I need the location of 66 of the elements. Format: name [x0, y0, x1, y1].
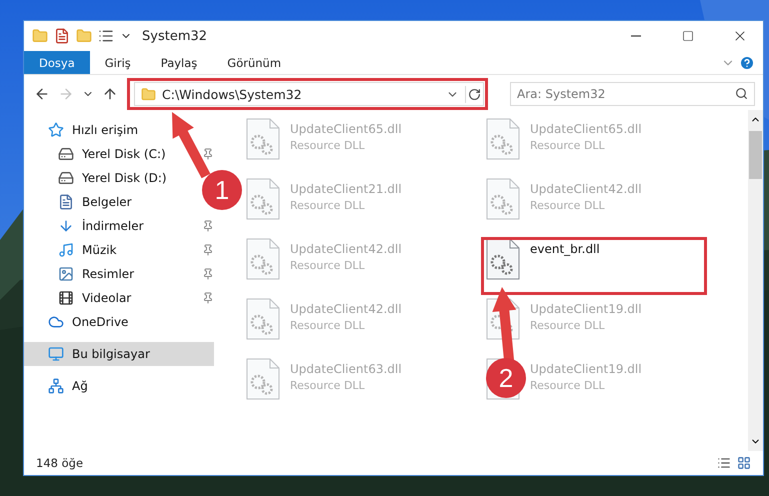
monitor-icon [48, 346, 64, 362]
cloud-icon [48, 314, 64, 330]
file-type: Resource DLL [290, 319, 366, 332]
pin-icon[interactable] [202, 244, 214, 256]
minimize-icon [631, 35, 641, 37]
star-icon [48, 122, 64, 138]
pin-icon[interactable] [202, 148, 214, 160]
list-icon[interactable] [98, 28, 114, 44]
drive-icon [58, 170, 74, 186]
pin-icon[interactable] [202, 220, 214, 232]
file-type: Resource DLL [530, 379, 606, 392]
document-icon [58, 194, 74, 210]
help-icon [739, 54, 755, 70]
file-name[interactable]: event_br.dll [530, 242, 600, 256]
item-count: 148 öğe [36, 456, 84, 470]
sidebar-item[interactable]: Bu bilgisayar [24, 342, 214, 366]
file-type: Resource DLL [290, 139, 366, 152]
film-icon [58, 290, 74, 306]
file-gear-icon [486, 178, 520, 220]
sidebar-item[interactable]: Resimler [24, 262, 140, 286]
music-note-icon [58, 242, 74, 258]
file-gear-icon [486, 238, 520, 280]
image-icon [58, 266, 74, 282]
drive-icon [58, 146, 74, 162]
ribbon-tab[interactable]: Dosya [24, 51, 90, 74]
sidebar-item[interactable]: Yerel Disk (D:) [24, 166, 173, 190]
scroll-thumb[interactable] [749, 131, 762, 179]
file-gear-icon [486, 118, 520, 160]
search-icon[interactable] [735, 87, 748, 100]
details-view-icon[interactable] [717, 456, 731, 470]
file-type: Resource DLL [530, 319, 606, 332]
folder-icon [141, 86, 156, 102]
ribbon-tab[interactable]: Paylaş [146, 51, 212, 74]
sidebar-item[interactable]: OneDrive [24, 310, 134, 334]
sidebar-item[interactable]: İndirmeler [24, 214, 150, 238]
maximize-icon [682, 30, 694, 42]
file-gear-icon [246, 178, 280, 220]
search-field[interactable]: Ara: System32 [510, 82, 755, 106]
window-title: System32 [142, 28, 208, 44]
sidebar-item[interactable]: Yerel Disk (C:) [24, 142, 172, 166]
pointer-arrow [172, 112, 210, 178]
sidebar-item[interactable]: Ağ [24, 374, 94, 398]
file-type: Resource DLL [530, 139, 606, 152]
file-type: Resource DLL [290, 259, 366, 272]
sidebar-item[interactable]: Hızlı erişim [24, 118, 144, 142]
sidebar-item[interactable]: Videolar [24, 286, 138, 310]
file-type: Resource DLL [290, 379, 366, 392]
file-type: Resource DLL [290, 199, 366, 212]
file-gear-icon [246, 238, 280, 280]
file-gear-icon [246, 118, 280, 160]
pin-icon[interactable] [202, 292, 214, 304]
file-type: Resource DLL [530, 199, 606, 212]
file-gear-icon [246, 358, 280, 400]
large-icons-view-icon[interactable] [737, 456, 751, 470]
network-icon [48, 378, 64, 394]
ribbon-tab[interactable]: Görünüm [212, 51, 296, 74]
sidebar-item[interactable]: Belgeler [24, 190, 138, 214]
refresh-button[interactable] [465, 86, 483, 102]
address-field[interactable]: C:\Windows\System32 [134, 82, 484, 106]
pin-icon[interactable] [202, 268, 214, 280]
document-icon[interactable] [54, 28, 70, 44]
ribbon-tab[interactable]: Giriş [90, 51, 146, 74]
scrollbar[interactable] [748, 110, 763, 451]
refresh-icon [468, 88, 481, 100]
sidebar-item[interactable]: Müzik [24, 238, 123, 262]
file-gear-icon [246, 298, 280, 340]
